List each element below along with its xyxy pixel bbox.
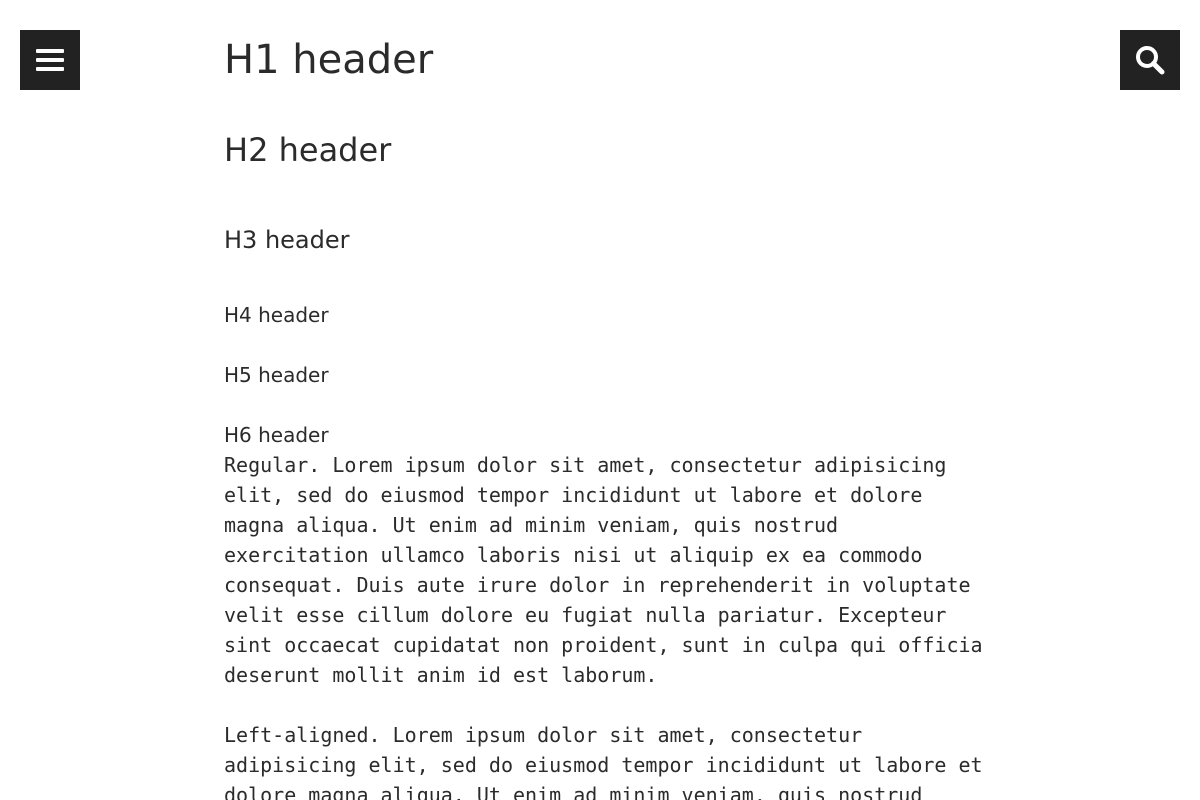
h2-heading: H2 header [224, 131, 392, 169]
h4-heading: H4 header [224, 303, 329, 327]
hamburger-menu-icon [36, 48, 64, 72]
h6-heading: H6 header [224, 423, 329, 447]
h1-heading: H1 header [224, 37, 434, 83]
search-button[interactable] [1120, 30, 1180, 90]
h3-heading: H3 header [224, 226, 350, 254]
search-icon [1135, 45, 1165, 75]
left-aligned-paragraph: Left-aligned. Lorem ipsum dolor sit amet… [224, 723, 983, 800]
regular-paragraph: Regular. Lorem ipsum dolor sit amet, con… [224, 453, 983, 687]
menu-button[interactable] [20, 30, 80, 90]
h5-heading: H5 header [224, 363, 329, 387]
